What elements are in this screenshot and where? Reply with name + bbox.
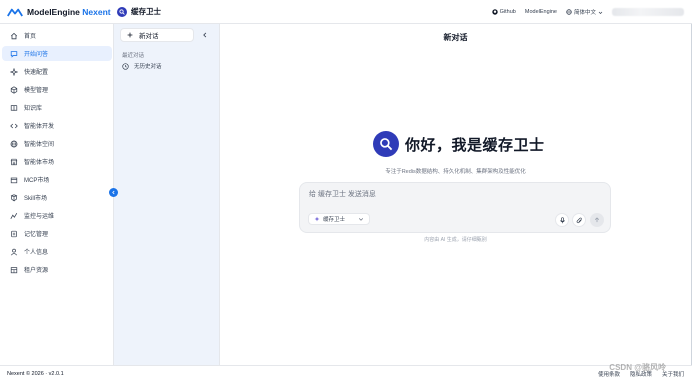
nav-label: 首页 — [24, 34, 37, 40]
chevron-left-icon — [203, 32, 207, 38]
nav-label: 知识库 — [24, 106, 43, 112]
nav-label: 个人信息 — [24, 250, 49, 256]
clock-icon — [122, 62, 129, 70]
send-button[interactable] — [590, 213, 604, 227]
left-navigation: 首页 开始问答 快速配置 模型管理 知识库 智能体开发 智能体空间 智能体市场 … — [0, 24, 114, 365]
github-label: Github — [499, 9, 516, 15]
selected-agent-label: 缓存卫士 — [323, 217, 346, 223]
footer: Nexent © 2026 · v2.0.1 使用条款 隐私政策 关于我们 — [0, 365, 692, 381]
new-chat-label: 新对话 — [139, 33, 159, 40]
nav-item-profile[interactable]: 个人信息 — [2, 244, 112, 259]
recent-conversations-heading: 最近对话 — [122, 53, 145, 59]
brand-name-part2: Nexent — [82, 6, 111, 17]
pulse-icon — [10, 212, 18, 220]
agent-description: 专注于Redis数据结构、持久化机制、集群架构及性能优化 — [385, 169, 526, 175]
nav-item-monitoring[interactable]: 监控与运维 — [2, 208, 112, 223]
paperclip-icon — [576, 217, 582, 223]
tenant-icon — [10, 266, 18, 274]
microphone-icon — [559, 216, 565, 223]
brand-name: ModelEngine Nexent — [27, 7, 111, 17]
nav-item-quick-setup[interactable]: 快速配置 — [2, 64, 112, 79]
arrow-up-icon — [594, 217, 600, 223]
modelengine-label: ModelEngine — [524, 9, 557, 15]
collapse-conversations-button[interactable] — [200, 30, 210, 40]
page-title: 新对话 — [443, 33, 468, 42]
nav-label: 开始问答 — [24, 52, 49, 58]
nav-label: MCP市场 — [24, 178, 50, 184]
watermark: CSDN @骆风呤 — [609, 363, 666, 372]
user-account-blurred[interactable] — [612, 8, 684, 16]
agent-title: 缓存卫士 — [131, 7, 161, 16]
chevron-left-icon — [112, 190, 115, 195]
home-icon — [10, 32, 18, 40]
nav-label: 租户资源 — [24, 268, 49, 274]
github-link[interactable]: Github — [491, 9, 516, 15]
message-input[interactable]: 给 缓存卫士 发送消息 — [309, 189, 376, 199]
chat-icon — [10, 50, 18, 58]
voice-input-button[interactable] — [555, 213, 569, 227]
language-label: 简体中文 — [573, 10, 596, 16]
sparkle-icon — [314, 216, 320, 222]
sparkle-icon — [10, 67, 18, 76]
agent-avatar-large — [373, 131, 399, 157]
user-icon — [10, 248, 18, 256]
nav-item-agent-space[interactable]: 智能体空间 — [2, 136, 112, 151]
chevron-down-icon — [358, 218, 364, 221]
greeting-hero: 你好，我是缓存卫士 — [373, 131, 545, 157]
modelengine-link[interactable]: ModelEngine — [525, 9, 557, 15]
agent-avatar — [117, 6, 127, 17]
nav-label: Skill市场 — [24, 196, 48, 202]
brand-logo-icon — [7, 8, 23, 16]
ai-disclaimer: 内容由 AI 生成，请仔细甄别 — [424, 237, 487, 243]
globe-icon — [10, 140, 18, 148]
book-icon — [10, 104, 18, 112]
store-icon — [10, 158, 18, 166]
nav-item-memory[interactable]: 记忆管理 — [2, 226, 112, 241]
agent-header: 缓存卫士 — [117, 6, 161, 17]
message-composer[interactable]: 给 缓存卫士 发送消息 缓存卫士 — [299, 182, 611, 233]
nav-label: 智能体开发 — [24, 124, 55, 130]
chevron-down-icon — [598, 11, 603, 14]
nav-label: 智能体市场 — [24, 160, 55, 166]
nav-item-agent-dev[interactable]: 智能体开发 — [2, 118, 112, 133]
memory-icon — [10, 230, 18, 238]
conversation-sidebar: 新对话 最近对话 无历史对话 — [114, 24, 220, 365]
plus-icon — [127, 32, 133, 38]
nav-item-home[interactable]: 首页 — [2, 28, 112, 43]
cube-icon — [10, 85, 18, 94]
globe-icon — [566, 9, 572, 15]
puzzle-icon — [10, 193, 18, 202]
nav-label: 智能体空间 — [24, 142, 55, 148]
nav-item-model-management[interactable]: 模型管理 — [2, 82, 112, 97]
language-selector[interactable]: 简体中文 — [566, 8, 603, 16]
nav-item-knowledge-base[interactable]: 知识库 — [2, 100, 112, 115]
nav-item-mcp-market[interactable]: MCP市场 — [2, 172, 112, 187]
nav-item-skill-market[interactable]: Skill市场 — [2, 190, 112, 205]
top-right-links: Github ModelEngine 简体中文 — [491, 0, 684, 24]
code-icon — [10, 122, 18, 130]
search-icon — [380, 138, 393, 151]
new-chat-button[interactable]: 新对话 — [120, 28, 194, 42]
sidebar-toggle-button[interactable] — [109, 188, 118, 197]
nav-item-start-chat[interactable]: 开始问答 — [2, 46, 112, 61]
brand-name-part1: ModelEngine — [27, 6, 80, 17]
empty-history-item: 无历史对话 — [122, 62, 162, 70]
copyright: Nexent © 2026 · v2.0.1 — [7, 370, 64, 377]
nav-label: 快速配置 — [24, 70, 49, 76]
brand[interactable]: ModelEngine Nexent — [0, 7, 113, 17]
greeting-text: 你好，我是缓存卫士 — [405, 136, 545, 154]
github-icon — [491, 9, 498, 15]
empty-history-label: 无历史对话 — [134, 64, 162, 70]
nav-label: 记忆管理 — [24, 232, 49, 238]
search-icon — [119, 8, 125, 15]
attach-file-button[interactable] — [572, 213, 586, 227]
nav-item-agent-market[interactable]: 智能体市场 — [2, 154, 112, 169]
box-icon — [10, 176, 18, 184]
nav-label: 模型管理 — [24, 88, 49, 94]
nav-label: 监控与运维 — [24, 214, 55, 220]
nav-item-tenant-resources[interactable]: 租户资源 — [2, 262, 112, 277]
chat-main: 新对话 你好，我是缓存卫士 专注于Redis数据结构、持久化机制、集群架构及性能… — [220, 24, 691, 365]
top-bar: ModelEngine Nexent 缓存卫士 Github ModelEngi… — [0, 0, 692, 24]
agent-selector[interactable]: 缓存卫士 — [308, 213, 370, 225]
